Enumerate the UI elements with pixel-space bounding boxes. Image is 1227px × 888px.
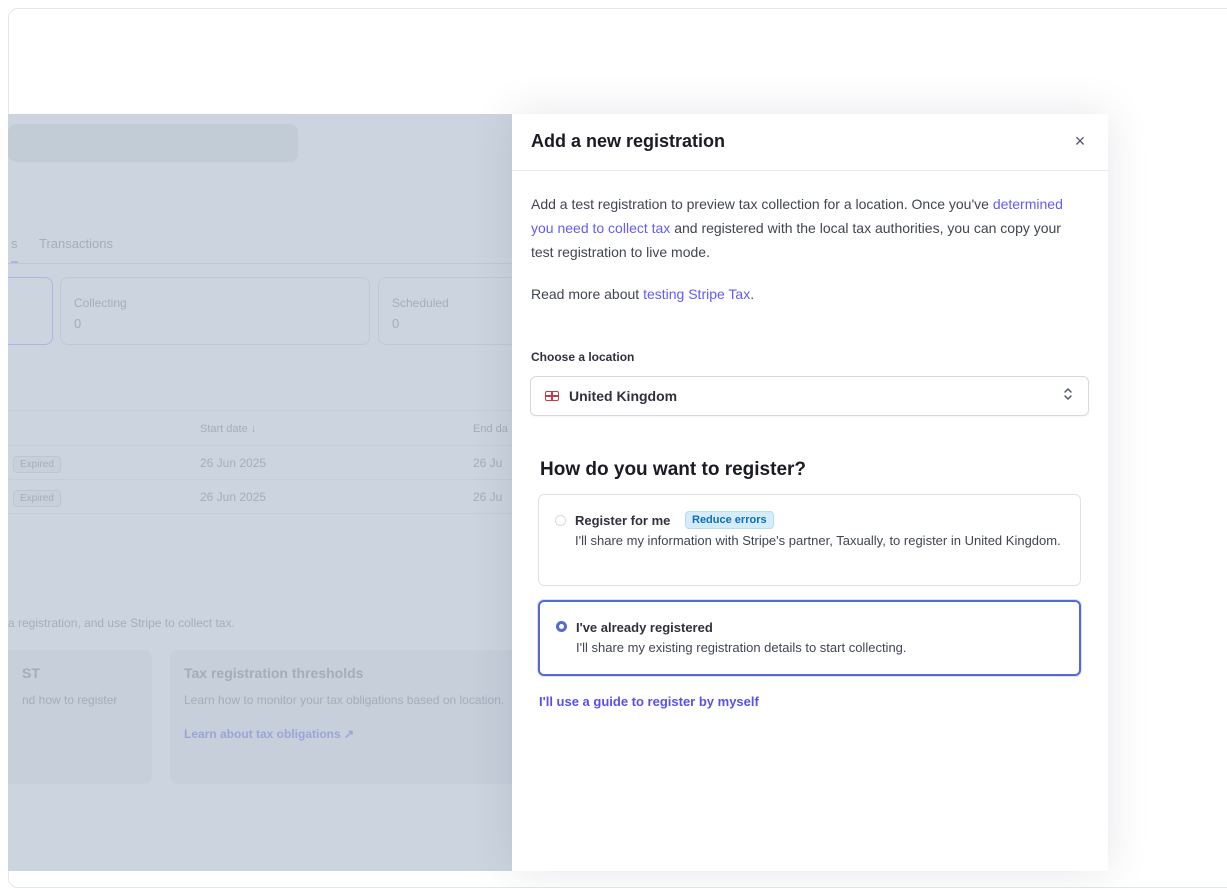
- testing-stripe-tax-link[interactable]: testing Stripe Tax: [643, 286, 750, 302]
- option-description: I'll share my information with Stripe's …: [575, 533, 1061, 548]
- location-select[interactable]: United Kingdom: [530, 376, 1089, 416]
- tab-bar: s Transactions: [8, 232, 512, 264]
- end-date-cell: 26 Ju: [473, 490, 503, 504]
- option-title: Register for me: [575, 513, 671, 528]
- read-more-prefix: Read more about: [531, 286, 644, 302]
- self-register-guide-link[interactable]: I'll use a guide to register by myself: [539, 694, 759, 709]
- close-icon[interactable]: ×: [1070, 131, 1090, 151]
- register-question: How do you want to register?: [540, 459, 807, 480]
- tile-title: ST: [22, 665, 40, 681]
- end-date-cell: 26 Ju: [473, 456, 503, 470]
- location-value: United Kingdom: [569, 388, 678, 404]
- location-label: Choose a location: [531, 350, 635, 364]
- guide-tile: ST nd how to register: [8, 650, 152, 784]
- column-start-date: Start date ↓: [200, 423, 257, 435]
- drawer-title: Add a new registration: [531, 131, 726, 151]
- tile-body: nd how to register: [22, 693, 118, 707]
- card-label: Scheduled: [392, 296, 449, 310]
- option-register-for-me[interactable]: Register for me Reduce errors I'll share…: [538, 494, 1081, 586]
- tile-title: Tax registration thresholds: [184, 665, 364, 681]
- drawer-header: Add a new registration ×: [512, 114, 1108, 171]
- radio-button-selected[interactable]: [556, 621, 567, 632]
- tab-registrations: s: [11, 236, 18, 263]
- status-badge: Expired: [13, 456, 61, 473]
- summary-card-selected: [8, 277, 53, 345]
- chevron-up-down-icon: [1063, 387, 1073, 404]
- table-header: Start date ↓ End da: [8, 410, 512, 446]
- read-more-text: Read more about testing Stripe Tax.: [531, 286, 754, 302]
- start-date-cell: 26 Jun 2025: [200, 456, 267, 470]
- summary-card-scheduled: Scheduled 0: [378, 277, 512, 345]
- search-bar: [8, 124, 298, 162]
- card-label: Collecting: [74, 296, 127, 310]
- table-row: Expired 26 Jun 2025 26 Ju: [8, 446, 512, 480]
- card-value: 0: [392, 316, 400, 331]
- option-description: I'll share my existing registration deta…: [576, 640, 907, 655]
- intro-text-start: Add a test registration to preview tax c…: [531, 196, 993, 212]
- section-description: a registration, and use Stripe to collec…: [8, 616, 235, 630]
- card-value: 0: [74, 316, 82, 331]
- option-already-registered[interactable]: I've already registered I'll share my ex…: [538, 600, 1081, 676]
- tile-link: Learn about tax obligations ↗: [184, 727, 355, 741]
- radio-button[interactable]: [555, 515, 566, 526]
- uk-flag-icon: [545, 391, 559, 401]
- column-end-date: End da: [473, 423, 508, 435]
- tile-body: Learn how to monitor your tax obligation…: [184, 693, 505, 707]
- start-date-cell: 26 Jun 2025: [200, 490, 267, 504]
- reduce-errors-badge: Reduce errors: [685, 511, 774, 529]
- option-title: I've already registered: [576, 620, 713, 635]
- read-more-suffix: .: [750, 286, 755, 302]
- table-row: Expired 26 Jun 2025 26 Ju: [8, 480, 512, 514]
- tab-transactions: Transactions: [39, 236, 113, 251]
- intro-text: Add a test registration to preview tax c…: [531, 192, 1071, 264]
- status-badge: Expired: [13, 490, 61, 507]
- background-page: s Transactions Collecting 0 Scheduled 0 …: [8, 114, 512, 871]
- registration-drawer: Add a new registration × Add a test regi…: [512, 114, 1108, 871]
- thresholds-tile: Tax registration thresholds Learn how to…: [170, 650, 512, 784]
- summary-card-collecting: Collecting 0: [60, 277, 370, 345]
